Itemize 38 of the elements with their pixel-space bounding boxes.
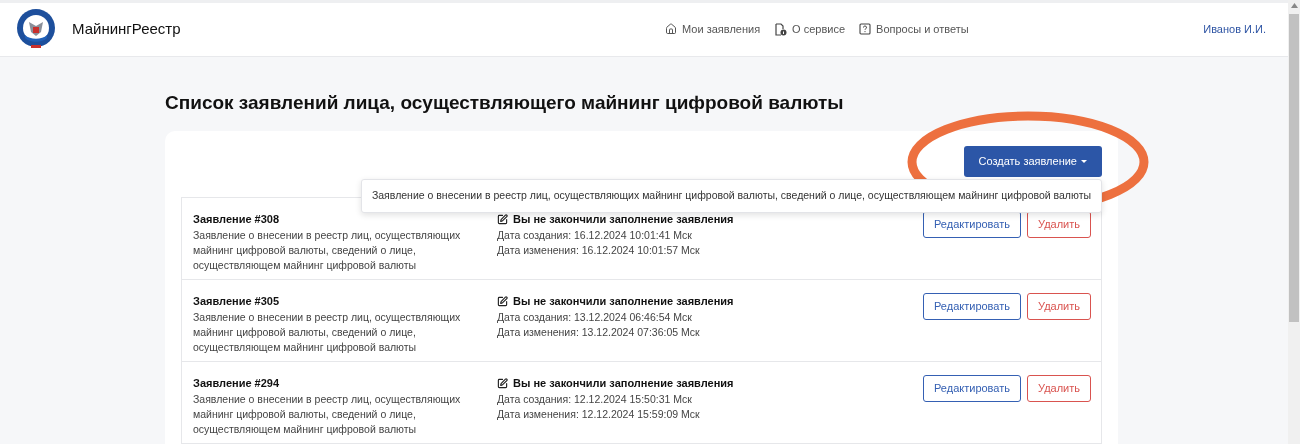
status-text: Вы не закончили заполнение заявления <box>513 294 734 309</box>
delete-button[interactable]: Удалить <box>1027 375 1091 402</box>
nav-link[interactable]: Вопросы и ответы <box>859 21 969 38</box>
scroll-up-icon <box>1290 3 1298 8</box>
emblem-logo <box>16 8 56 51</box>
modified-date: Дата изменения: 13.12.2024 07:36:05 Мск <box>497 324 701 340</box>
edit-button[interactable]: Редактировать <box>923 293 1021 320</box>
caret-icon <box>1081 159 1087 164</box>
create-application-button[interactable]: Создать заявление <box>963 146 1102 177</box>
menu-item[interactable]: Заявление о внесении в реестр лиц, осуществляющих майнинг цифровой валюты, сведений о лице, осуществляющем майнинг цифровой валюты <box>361 186 1101 206</box>
modified-date: Дата изменения: 16.12.2024 10:01:57 Мск <box>497 242 701 258</box>
edit-status-icon <box>497 213 508 225</box>
status-text: Вы не закончили заполнение заявления <box>513 376 734 391</box>
home-icon <box>665 23 678 36</box>
page-title: Список заявлений лица, осуществляющего майнинг цифровой валюты <box>165 90 845 115</box>
created-date: Дата создания: 13.12.2024 06:46:54 Мск <box>497 309 693 325</box>
nav-link[interactable]: О сервисе <box>774 21 846 38</box>
application-title: Заявление #294 <box>193 376 281 391</box>
delete-button[interactable]: Удалить <box>1027 211 1091 238</box>
nav-link[interactable]: Мои заявления <box>665 21 761 38</box>
edit-button[interactable]: Редактировать <box>923 375 1021 402</box>
application-description: Заявление о внесении в реестр лиц, осуществляющих майнинг цифровой валюты, сведений о лице, осуществляющем майнинг цифровой валюты <box>193 391 462 437</box>
application-title: Заявление #305 <box>193 294 281 309</box>
user-name-link[interactable]: Иванов И.И. <box>1203 21 1266 38</box>
help-icon <box>859 23 872 36</box>
brand-name[interactable]: МайнингРеестр <box>72 18 181 41</box>
edit-button[interactable]: Редактировать <box>923 211 1021 238</box>
created-date: Дата создания: 12.12.2024 15:50:31 Мск <box>497 391 693 407</box>
application-title: Заявление #308 <box>193 212 281 227</box>
application-description: Заявление о внесении в реестр лиц, осуществляющих майнинг цифровой валюты, сведений о лице, осуществляющем майнинг цифровой валюты <box>193 227 462 273</box>
edit-status-icon <box>497 377 508 389</box>
created-date: Дата создания: 16.12.2024 10:01:41 Мск <box>497 227 693 243</box>
edit-status-icon <box>497 295 508 307</box>
status-text: Вы не закончили заполнение заявления <box>513 212 734 227</box>
application-description: Заявление о внесении в реестр лиц, осуществляющих майнинг цифровой валюты, сведений о лице, осуществляющем майнинг цифровой валюты <box>193 309 462 355</box>
document-info-icon <box>774 22 788 36</box>
delete-button[interactable]: Удалить <box>1027 293 1091 320</box>
modified-date: Дата изменения: 12.12.2024 15:59:09 Мск <box>497 406 701 422</box>
